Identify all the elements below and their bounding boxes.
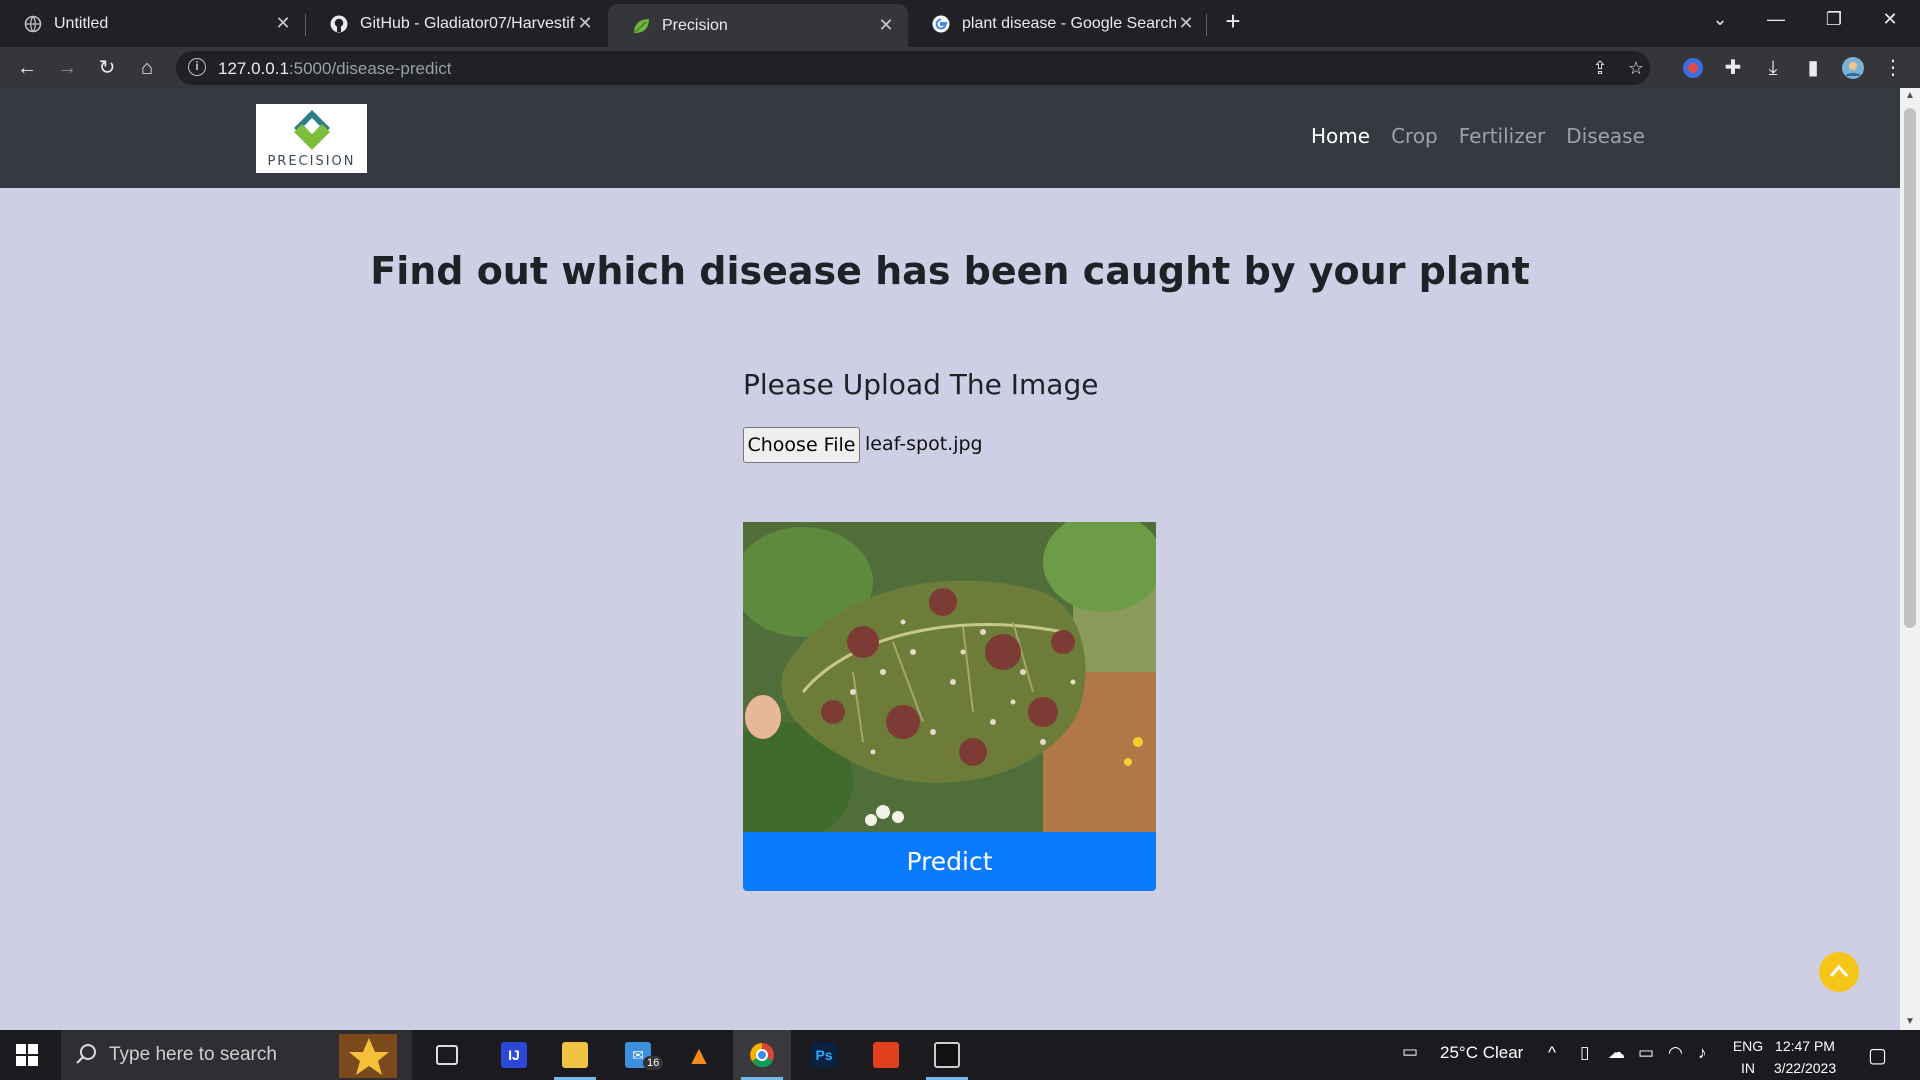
close-icon[interactable]: ✕: [273, 13, 293, 34]
logo-diamond-icon: [294, 110, 330, 150]
file-explorer-icon[interactable]: [546, 1030, 604, 1080]
intellij-icon[interactable]: IJ: [485, 1030, 543, 1080]
scroll-to-top-button[interactable]: [1819, 952, 1859, 992]
tab-github[interactable]: GitHub - Gladiator07/Harvestify: ✕: [306, 4, 607, 43]
extension-icon[interactable]: [1678, 53, 1708, 83]
tab-title: plant disease - Google Search: [962, 14, 1176, 32]
site-navbar: PRECISION Home Crop Fertilizer Disease: [0, 88, 1900, 188]
tab-separator: [1206, 14, 1207, 36]
menu-kebab-icon[interactable]: ⋮: [1878, 53, 1908, 83]
choose-file-button[interactable]: Choose File: [743, 427, 860, 463]
close-icon[interactable]: ✕: [876, 15, 896, 36]
vlc-icon[interactable]: ▲: [670, 1030, 728, 1080]
selected-file-name: leaf-spot.jpg: [865, 433, 983, 455]
window-close-button[interactable]: ✕: [1862, 0, 1918, 40]
side-panel-icon[interactable]: ▮: [1798, 53, 1828, 83]
home-icon[interactable]: ⌂: [132, 53, 162, 83]
weather-text[interactable]: 25°C Clear: [1440, 1043, 1523, 1080]
clock[interactable]: 12:47 PM 3/22/2023: [1770, 1035, 1840, 1079]
search-placeholder: Type here to search: [109, 1044, 277, 1065]
new-tab-button[interactable]: +: [1218, 6, 1248, 36]
tab-untitled[interactable]: Untitled ✕: [0, 4, 305, 43]
chevron-up-icon: [1829, 964, 1849, 977]
windows-start-icon[interactable]: [16, 1044, 38, 1066]
scroll-down-arrow-icon[interactable]: ▼: [1900, 1014, 1920, 1030]
minimize-button[interactable]: —: [1748, 0, 1804, 40]
google-icon: [932, 15, 950, 32]
tab-precision[interactable]: Precision ✕: [608, 4, 908, 47]
task-view-icon[interactable]: [420, 1030, 478, 1080]
search-highlight-icon: [339, 1034, 397, 1078]
office-icon[interactable]: [857, 1030, 915, 1080]
tab-title: Untitled: [54, 14, 109, 32]
page-viewport: PRECISION Home Crop Fertilizer Disease F…: [0, 88, 1900, 1030]
volume-icon[interactable]: ♪: [1698, 1043, 1707, 1080]
page-scrollbar[interactable]: ▲ ▼: [1900, 88, 1920, 1030]
terminal-icon[interactable]: [918, 1030, 976, 1080]
puzzle-extensions-icon[interactable]: ✚: [1718, 53, 1748, 83]
tray-device-icon[interactable]: ▯: [1580, 1043, 1589, 1080]
nav-disease[interactable]: Disease: [1566, 124, 1645, 148]
predict-button[interactable]: Predict: [743, 832, 1156, 891]
leaf-preview-image: [743, 522, 1156, 832]
download-icon[interactable]: ⤓: [1758, 53, 1788, 83]
leaf-icon: [634, 18, 649, 33]
tab-title: Precision: [662, 16, 728, 34]
globe-icon: [24, 15, 42, 32]
onedrive-icon[interactable]: ☁: [1608, 1043, 1625, 1080]
tray-chevron-up-icon[interactable]: ^: [1548, 1043, 1556, 1080]
back-icon[interactable]: ←: [12, 53, 42, 83]
battery-icon[interactable]: ▭: [1638, 1043, 1654, 1080]
profile-avatar[interactable]: [1838, 53, 1868, 83]
reload-icon[interactable]: ↻: [92, 53, 122, 83]
address-bar[interactable]: i 127.0.0.1:5000/disease-predict ⇪ ☆: [176, 51, 1650, 85]
tab-title: GitHub - Gladiator07/Harvestify:: [360, 14, 575, 32]
nav-crop[interactable]: Crop: [1391, 124, 1438, 148]
info-icon[interactable]: i: [188, 58, 206, 76]
share-icon[interactable]: ⇪: [1588, 56, 1612, 80]
news-widget-icon[interactable]: ▭: [1402, 1042, 1418, 1080]
forward-icon[interactable]: →: [52, 53, 82, 83]
close-icon[interactable]: ✕: [575, 13, 595, 34]
nav-links: Home Crop Fertilizer Disease: [1311, 124, 1666, 148]
chrome-icon[interactable]: [733, 1030, 791, 1080]
taskbar-search[interactable]: Type here to search: [61, 1030, 412, 1080]
notifications-icon[interactable]: ▢: [1868, 1043, 1887, 1080]
mail-icon[interactable]: ✉ 16: [609, 1030, 667, 1080]
page-title: Find out which disease has been caught b…: [370, 249, 1530, 293]
tab-search-icon[interactable]: ⌄: [1692, 0, 1748, 40]
bookmark-star-icon[interactable]: ☆: [1624, 56, 1648, 80]
scroll-up-arrow-icon[interactable]: ▲: [1900, 88, 1920, 104]
github-icon: [330, 15, 348, 32]
url-text[interactable]: 127.0.0.1:5000/disease-predict: [218, 59, 451, 79]
search-icon: [76, 1044, 96, 1064]
tab-google-search[interactable]: plant disease - Google Search ✕: [908, 4, 1208, 43]
scrollbar-thumb[interactable]: [1904, 108, 1916, 628]
nav-fertilizer[interactable]: Fertilizer: [1459, 124, 1545, 148]
photoshop-icon[interactable]: Ps: [795, 1030, 853, 1080]
close-icon[interactable]: ✕: [1176, 13, 1196, 34]
upload-label: Please Upload The Image: [743, 368, 1099, 401]
browser-toolbar: ← → ↻ ⌂ i 127.0.0.1:5000/disease-predict…: [0, 47, 1920, 88]
wifi-icon[interactable]: ◠: [1668, 1043, 1683, 1080]
precision-logo[interactable]: PRECISION: [256, 104, 367, 173]
language-indicator[interactable]: ENG IN: [1728, 1035, 1768, 1079]
restore-button[interactable]: ❐: [1806, 0, 1862, 40]
tab-strip: Untitled ✕ GitHub - Gladiator07/Harvesti…: [0, 0, 1920, 47]
windows-taskbar: Type here to search IJ ✉ 16 ▲ Ps ▭ 25°C C…: [0, 1030, 1920, 1080]
nav-home[interactable]: Home: [1311, 124, 1370, 148]
mail-badge: 16: [643, 1056, 664, 1070]
logo-text: PRECISION: [267, 154, 356, 169]
